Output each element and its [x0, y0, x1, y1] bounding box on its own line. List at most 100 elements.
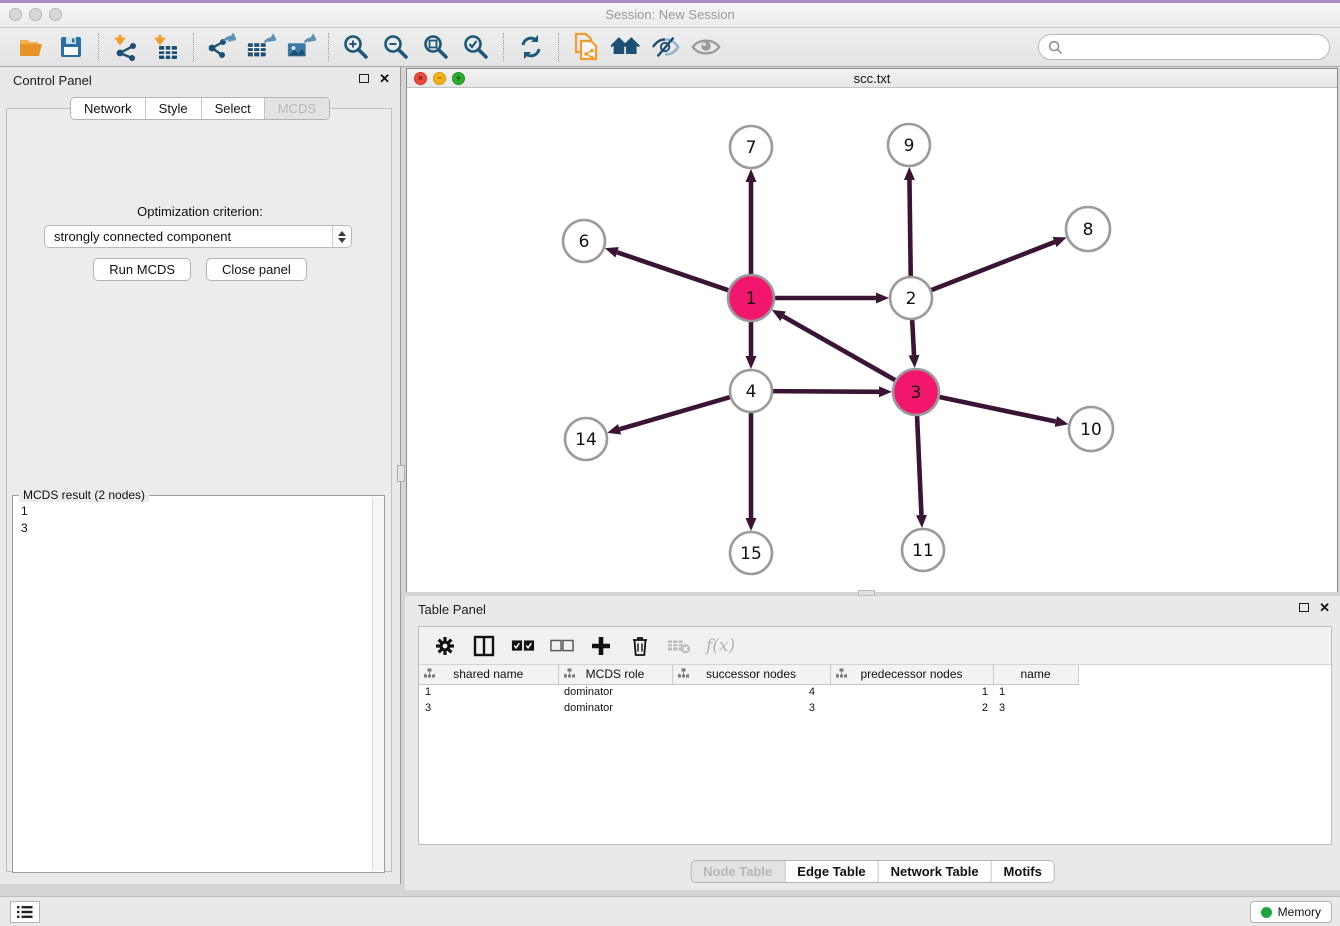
column-manager-icon[interactable]: [472, 634, 496, 658]
optimization-criterion-dropdown[interactable]: strongly connected component: [44, 225, 352, 248]
graph-edge-3-11[interactable]: [917, 413, 922, 515]
node-table[interactable]: shared nameMCDS rolesuccessor nodesprede…: [419, 665, 1079, 716]
column-header-shared-name[interactable]: shared name: [419, 665, 558, 684]
close-panel-icon[interactable]: ✕: [379, 73, 390, 84]
graph-edge-3-1[interactable]: [783, 316, 898, 381]
graph-node-10[interactable]: 10: [1069, 407, 1113, 451]
tab-mcds[interactable]: MCDS: [264, 98, 329, 119]
close-table-panel-icon[interactable]: ✕: [1319, 602, 1330, 613]
toolbar-separator: [328, 33, 329, 61]
vertical-splitter-handle[interactable]: [397, 465, 405, 482]
table-cell[interactable]: 1: [993, 684, 1078, 700]
zoom-fit-icon[interactable]: [421, 32, 451, 62]
copy-network-view-icon[interactable]: [571, 32, 601, 62]
export-image-icon[interactable]: [286, 32, 316, 62]
node-table-body[interactable]: 1dominator4113dominator323: [419, 684, 1078, 716]
zoom-out-icon[interactable]: [381, 32, 411, 62]
network-graph-canvas[interactable]: 7 9 6 8 1 2 4 3 14 10 15 11: [407, 89, 1337, 592]
graph-edge-2-3[interactable]: [912, 317, 914, 355]
network-window-titlebar[interactable]: × − + scc.txt: [407, 69, 1337, 88]
table-cell[interactable]: 3: [672, 700, 830, 716]
table-cell[interactable]: 4: [672, 684, 830, 700]
table-cell[interactable]: dominator: [558, 684, 672, 700]
export-table-icon[interactable]: [246, 32, 276, 62]
tab-node-table[interactable]: Node Table: [691, 861, 784, 882]
delete-table-icon[interactable]: [667, 634, 691, 658]
search-box[interactable]: [1038, 34, 1330, 60]
table-row[interactable]: 1dominator411: [419, 684, 1078, 700]
memory-button[interactable]: Memory: [1250, 901, 1332, 923]
export-network-icon[interactable]: [206, 32, 236, 62]
task-history-button[interactable]: [10, 901, 40, 923]
column-header-predecessor-nodes[interactable]: predecessor nodes: [830, 665, 993, 684]
table-cell[interactable]: 1: [830, 684, 993, 700]
graph-node-1[interactable]: 1: [728, 275, 774, 321]
tab-select[interactable]: Select: [201, 98, 264, 119]
table-cell[interactable]: 3: [419, 700, 558, 716]
close-panel-button[interactable]: Close panel: [206, 258, 307, 281]
graph-node-8[interactable]: 8: [1066, 207, 1110, 251]
import-network-icon[interactable]: [111, 32, 141, 62]
zoom-in-icon[interactable]: [341, 32, 371, 62]
search-input[interactable]: [1063, 40, 1313, 55]
zoom-selected-icon[interactable]: [461, 32, 491, 62]
graph-node-15[interactable]: 15: [730, 532, 772, 574]
hide-selected-icon[interactable]: [651, 32, 681, 62]
graph-edge-3-10[interactable]: [937, 396, 1056, 421]
graph-node-7[interactable]: 7: [730, 126, 772, 168]
graph-edge-4-3[interactable]: [770, 391, 879, 392]
dropdown-selected-value: strongly connected component: [45, 229, 332, 244]
control-panel-tabs: NetworkStyleSelectMCDS: [70, 97, 330, 120]
svg-text:10: 10: [1080, 420, 1102, 440]
table-row[interactable]: 3dominator323: [419, 700, 1078, 716]
column-header-name[interactable]: name: [993, 665, 1078, 684]
graph-edge-1-6[interactable]: [617, 252, 731, 291]
float-table-panel-icon[interactable]: [1299, 603, 1309, 612]
tab-network-table[interactable]: Network Table: [878, 861, 991, 882]
refresh-icon[interactable]: [516, 32, 546, 62]
result-scrollbar[interactable]: [372, 497, 384, 871]
network-view-window: × − + scc.txt 7 9 6 8 1 2 4 3 14 10 15 11: [406, 68, 1338, 592]
function-builder-icon[interactable]: f(x): [706, 636, 735, 656]
tab-network[interactable]: Network: [71, 98, 145, 119]
tab-style[interactable]: Style: [145, 98, 201, 119]
list-icon: [16, 905, 34, 919]
toolbar-separator: [98, 33, 99, 61]
column-header-MCDS-role[interactable]: MCDS role: [558, 665, 672, 684]
graph-edge-4-14[interactable]: [620, 396, 733, 429]
open-session-icon[interactable]: [16, 32, 46, 62]
graph-node-9[interactable]: 9: [888, 124, 930, 166]
graph-edge-2-8[interactable]: [929, 242, 1055, 291]
graph-node-4[interactable]: 4: [730, 370, 772, 412]
select-all-icon[interactable]: [511, 634, 535, 658]
import-table-icon[interactable]: [151, 32, 181, 62]
column-header-successor-nodes[interactable]: successor nodes: [672, 665, 830, 684]
show-all-icon[interactable]: [691, 32, 721, 62]
svg-text:11: 11: [912, 541, 934, 561]
node-table-header[interactable]: shared nameMCDS rolesuccessor nodesprede…: [419, 665, 1078, 684]
delete-column-icon[interactable]: [628, 634, 652, 658]
tab-edge-table[interactable]: Edge Table: [784, 861, 877, 882]
table-cell[interactable]: dominator: [558, 700, 672, 716]
svg-text:15: 15: [740, 544, 762, 564]
graph-node-11[interactable]: 11: [902, 529, 944, 571]
graph-edge-2-9[interactable]: [909, 180, 910, 279]
mcds-result-node: 3: [21, 520, 363, 537]
table-cell[interactable]: 3: [993, 700, 1078, 716]
home-view-icon[interactable]: [611, 32, 641, 62]
graph-node-6[interactable]: 6: [563, 220, 605, 262]
deselect-all-icon[interactable]: [550, 634, 574, 658]
add-column-icon[interactable]: [589, 634, 613, 658]
run-mcds-button[interactable]: Run MCDS: [93, 258, 191, 281]
graph-node-14[interactable]: 14: [565, 418, 607, 460]
table-cell[interactable]: 1: [419, 684, 558, 700]
tab-motifs[interactable]: Motifs: [991, 861, 1054, 882]
table-cell[interactable]: 2: [830, 700, 993, 716]
graph-node-2[interactable]: 2: [890, 277, 932, 319]
toolbar-separator: [193, 33, 194, 61]
table-settings-icon[interactable]: [433, 634, 457, 658]
graph-node-3[interactable]: 3: [893, 369, 939, 415]
status-bar: Memory: [0, 896, 1340, 926]
float-panel-icon[interactable]: [359, 74, 369, 83]
save-session-icon[interactable]: [56, 32, 86, 62]
